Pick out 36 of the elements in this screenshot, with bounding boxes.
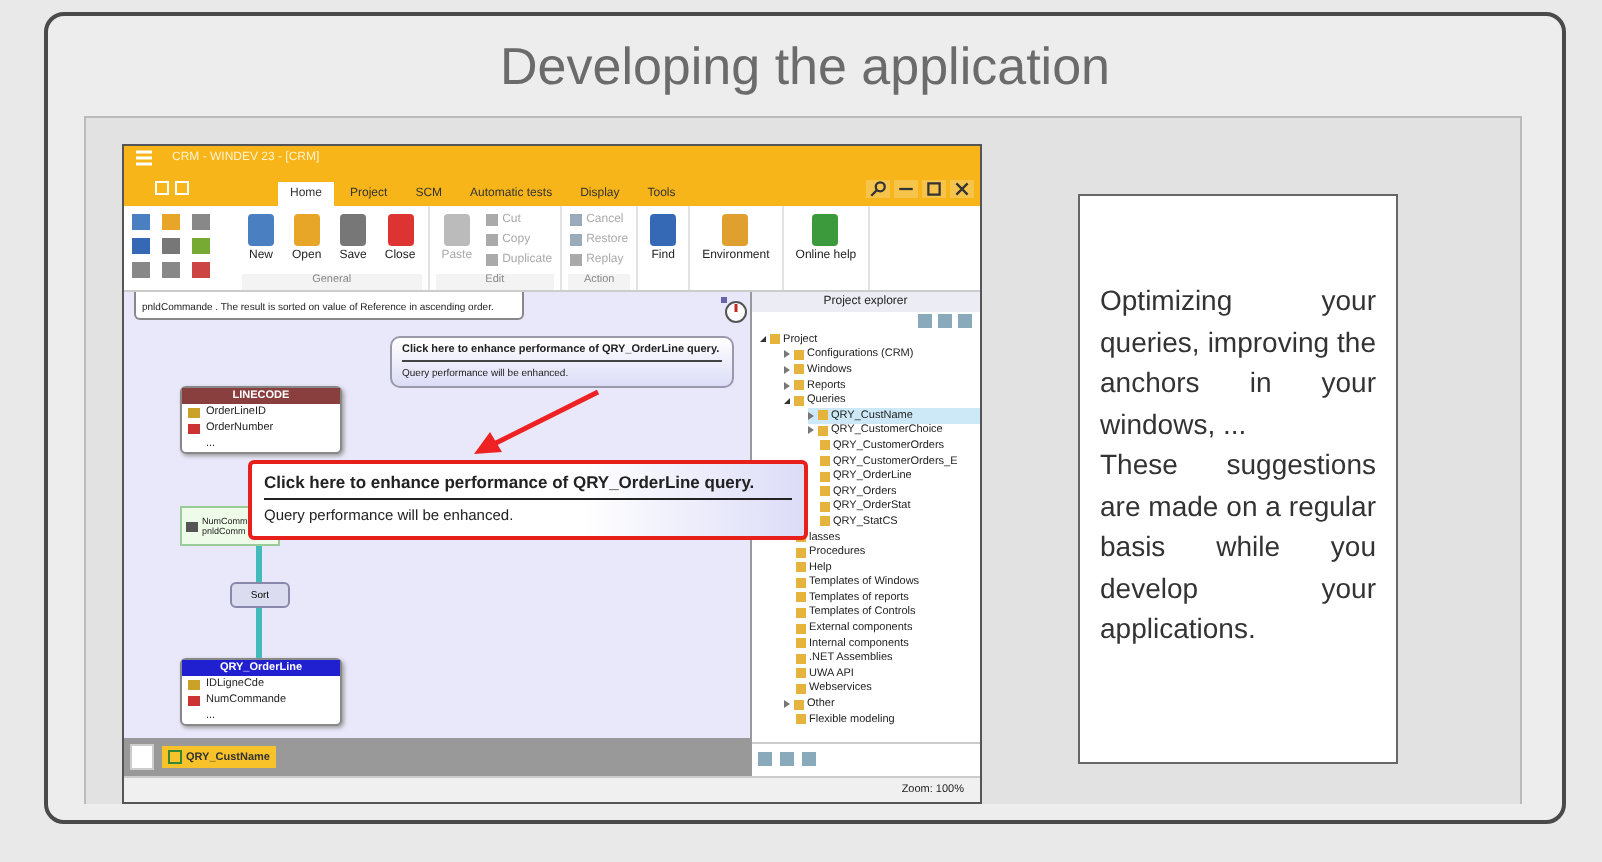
restore-icon[interactable]	[922, 180, 946, 198]
node-icon	[795, 592, 806, 603]
arrow	[474, 389, 600, 454]
node-icon	[795, 668, 806, 679]
logo-icon	[132, 148, 156, 168]
node-icon	[817, 410, 828, 421]
node-icon	[819, 471, 830, 482]
search-icon[interactable]	[866, 180, 890, 198]
slide-title: Developing the application	[498, 34, 1112, 100]
minimize-icon[interactable]	[894, 180, 918, 198]
paragraph: These suggestions are made on a regular basis while you develop your applications.	[1100, 446, 1376, 648]
node-icon	[819, 516, 830, 527]
node-icon	[819, 456, 830, 467]
callout-title: Click here to enhance performance of QRY_OrderLine query.	[264, 472, 792, 500]
node-icon	[793, 380, 804, 391]
node-icon	[795, 623, 806, 634]
paragraph: Optimizing your queries, improving the anchors in your windows, ...	[1100, 282, 1376, 443]
node-icon	[795, 714, 806, 725]
node-icon	[795, 653, 806, 664]
stopwatch-icon[interactable]	[720, 296, 748, 324]
node-icon	[795, 683, 806, 694]
node-icon	[769, 334, 780, 345]
node-icon	[819, 440, 830, 451]
node-icon	[795, 577, 806, 588]
node-icon	[793, 364, 804, 375]
node-icon	[795, 562, 806, 573]
close-icon[interactable]	[950, 180, 974, 198]
node-icon	[819, 501, 830, 512]
node-icon	[793, 699, 804, 710]
node-icon	[793, 349, 804, 360]
node-icon	[793, 395, 804, 406]
node-icon	[795, 638, 806, 649]
node-icon	[817, 425, 828, 436]
node-icon	[819, 486, 830, 497]
node-icon	[795, 607, 806, 618]
node-icon	[795, 547, 806, 558]
